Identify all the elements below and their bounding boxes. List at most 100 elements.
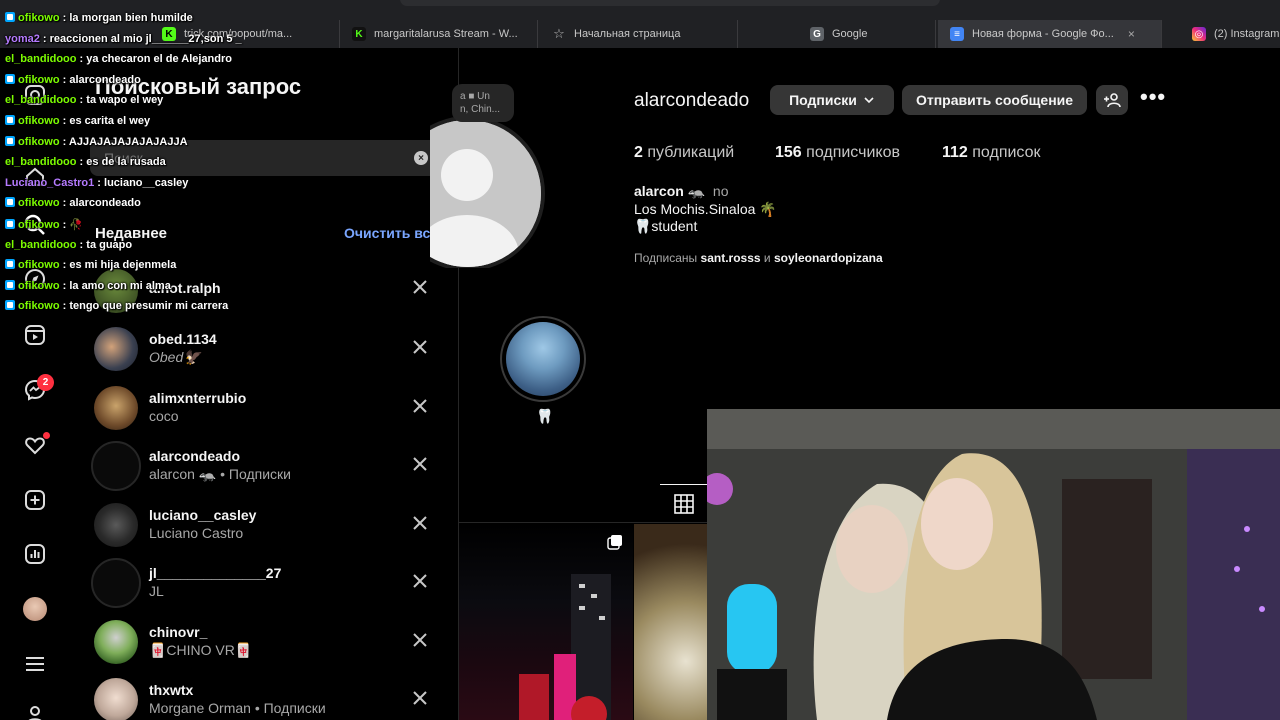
message-button[interactable]: Отправить сообщение xyxy=(902,85,1087,115)
avatar xyxy=(94,678,138,720)
following-count: 112 xyxy=(942,144,968,161)
recent-item[interactable]: obed.1134 Obed🦅 xyxy=(92,323,442,379)
following-button[interactable]: Подписки xyxy=(770,85,894,115)
threads-icon[interactable] xyxy=(22,702,48,720)
remove-icon[interactable] xyxy=(410,277,430,297)
recent-item[interactable]: thxwtx Morgane Orman • Подписки xyxy=(92,674,442,720)
chat-text: : ya checaron el de Alejandro xyxy=(76,53,232,66)
menu-icon[interactable] xyxy=(22,651,48,677)
recent-item[interactable]: alimxnterrubio coco xyxy=(92,382,442,438)
close-tab-icon[interactable]: × xyxy=(1128,27,1135,41)
chat-badge-icon xyxy=(5,219,15,229)
following-count-label: подписок xyxy=(972,144,1041,161)
chat-username[interactable]: el_bandidooo xyxy=(5,53,77,65)
chat-message: Luciano_Castro1 : luciano__casley xyxy=(5,177,188,189)
chat-message: ofikowo : es mi hija dejenmela xyxy=(5,259,176,271)
followed-user: sant.rosss xyxy=(700,251,761,265)
chat-text: : es mi hija dejenmela xyxy=(59,259,177,272)
avatar xyxy=(94,327,138,371)
add-user-button[interactable] xyxy=(1096,85,1128,115)
following-stat[interactable]: 112 подписок xyxy=(942,144,1041,162)
posts-grid-tab[interactable] xyxy=(660,484,708,522)
chat-message: ofikowo : la amo con mi alma xyxy=(5,279,171,292)
profile-picture[interactable] xyxy=(430,110,548,268)
chat-text: : alarcondeado xyxy=(59,73,141,86)
chat-message: ofikowo : 🥀 xyxy=(5,218,83,231)
tab-kick-stream[interactable]: K margaritalarusa Stream - W... xyxy=(340,20,538,48)
more-options-icon[interactable]: ••• xyxy=(1140,86,1166,108)
followed-by[interactable]: Подписаны sant.rosss и soyleonardopizana xyxy=(634,251,883,265)
chat-username[interactable]: el_bandidooo xyxy=(5,94,77,106)
clear-search-icon[interactable]: × xyxy=(414,151,428,165)
remove-icon[interactable] xyxy=(410,688,430,708)
tab-instagram[interactable]: ◎ (2) Instagram xyxy=(1180,20,1280,48)
profile-avatar[interactable] xyxy=(23,597,47,621)
followed-joiner: и xyxy=(763,251,771,265)
chat-message: el_bandidooo : ta guapo xyxy=(5,239,132,251)
recent-username: jl______________27 xyxy=(149,565,282,581)
avatar xyxy=(94,620,138,664)
chat-username[interactable]: ofikowo xyxy=(18,12,60,24)
followers-stat[interactable]: 156 подписчиков xyxy=(775,144,900,162)
create-icon[interactable] xyxy=(22,487,48,513)
recent-item[interactable]: luciano__casley Luciano Castro xyxy=(92,499,442,555)
recent-username: alarcondeado xyxy=(149,448,241,464)
chat-text: : luciano__casley xyxy=(94,176,189,189)
recent-username: thxwtx xyxy=(149,682,194,698)
profile-note: a ■ Un n, Chin... xyxy=(452,84,514,122)
google-icon: G xyxy=(810,27,824,41)
notification-dot xyxy=(43,432,50,439)
chat-username[interactable]: ofikowo xyxy=(18,300,60,312)
chat-message: ofikowo : la morgan bien humilde xyxy=(5,12,193,24)
chat-username[interactable]: ofikowo xyxy=(18,219,60,231)
followed-prefix: Подписаны xyxy=(634,251,698,265)
recent-subtitle: alarcon 🦡 • Подписки xyxy=(149,466,291,482)
remove-icon[interactable] xyxy=(410,337,430,357)
clear-all-link[interactable]: Очистить все xyxy=(344,225,438,241)
chat-username[interactable]: ofikowo xyxy=(18,74,60,86)
message-label: Отправить сообщение xyxy=(915,92,1074,108)
chat-username[interactable]: ofikowo xyxy=(18,115,60,127)
chat-username[interactable]: el_bandidooo xyxy=(5,239,77,251)
pronouns: no xyxy=(712,183,729,199)
chat-username[interactable]: ofikowo xyxy=(18,136,60,148)
remove-icon[interactable] xyxy=(410,630,430,650)
story-highlight[interactable] xyxy=(500,316,586,402)
remove-icon[interactable] xyxy=(410,396,430,416)
recent-item[interactable]: alarcondeado alarcon 🦡 • Подписки xyxy=(91,440,442,496)
chat-badge-icon xyxy=(5,73,15,84)
recent-subtitle: coco xyxy=(149,408,179,424)
chat-text: : alarcondeado xyxy=(59,197,141,210)
posts-stat[interactable]: 2 публикаций xyxy=(634,144,734,162)
tab-google[interactable]: G Google xyxy=(738,20,936,48)
reels-icon[interactable] xyxy=(22,322,48,348)
chat-badge-icon xyxy=(5,300,15,311)
recent-item[interactable]: jl______________27 JL xyxy=(91,557,442,613)
remove-icon[interactable] xyxy=(410,571,430,591)
chat-badge-icon xyxy=(5,135,15,146)
chat-username[interactable]: ofikowo xyxy=(18,280,60,292)
post-thumbnail[interactable] xyxy=(459,524,633,720)
recent-username: chinovr_ xyxy=(149,624,208,640)
tab-home[interactable]: ☆ Начальная страница xyxy=(540,20,738,48)
chat-message: ofikowo : es carita el wey xyxy=(5,115,150,127)
recent-username: obed.1134 xyxy=(149,331,217,347)
dashboard-icon[interactable] xyxy=(22,541,48,567)
chat-username[interactable]: el_bandidooo xyxy=(5,156,77,168)
recent-item[interactable]: a.not.ralph xyxy=(92,265,442,321)
tab-title: Начальная страница xyxy=(574,28,681,40)
post-thumbnail[interactable] xyxy=(634,524,708,720)
chat-username[interactable]: ofikowo xyxy=(18,197,60,209)
recent-subtitle: 🀄CHINO VR🀄 xyxy=(149,642,253,658)
chat-badge-icon xyxy=(5,279,15,290)
recent-item[interactable]: chinovr_ 🀄CHINO VR🀄 xyxy=(92,616,442,672)
bio-occupation: 🦷student xyxy=(634,218,698,234)
chat-username[interactable]: yoma2 xyxy=(5,33,40,45)
chat-username[interactable]: ofikowo xyxy=(18,259,60,271)
followers-label: подписчиков xyxy=(806,144,900,161)
address-bar[interactable] xyxy=(400,0,940,6)
chat-username[interactable]: Luciano_Castro1 xyxy=(5,177,94,189)
remove-icon[interactable] xyxy=(410,454,430,474)
tab-google-forms[interactable]: ≡ Новая форма - Google Фо... × xyxy=(938,20,1162,48)
remove-icon[interactable] xyxy=(410,513,430,533)
